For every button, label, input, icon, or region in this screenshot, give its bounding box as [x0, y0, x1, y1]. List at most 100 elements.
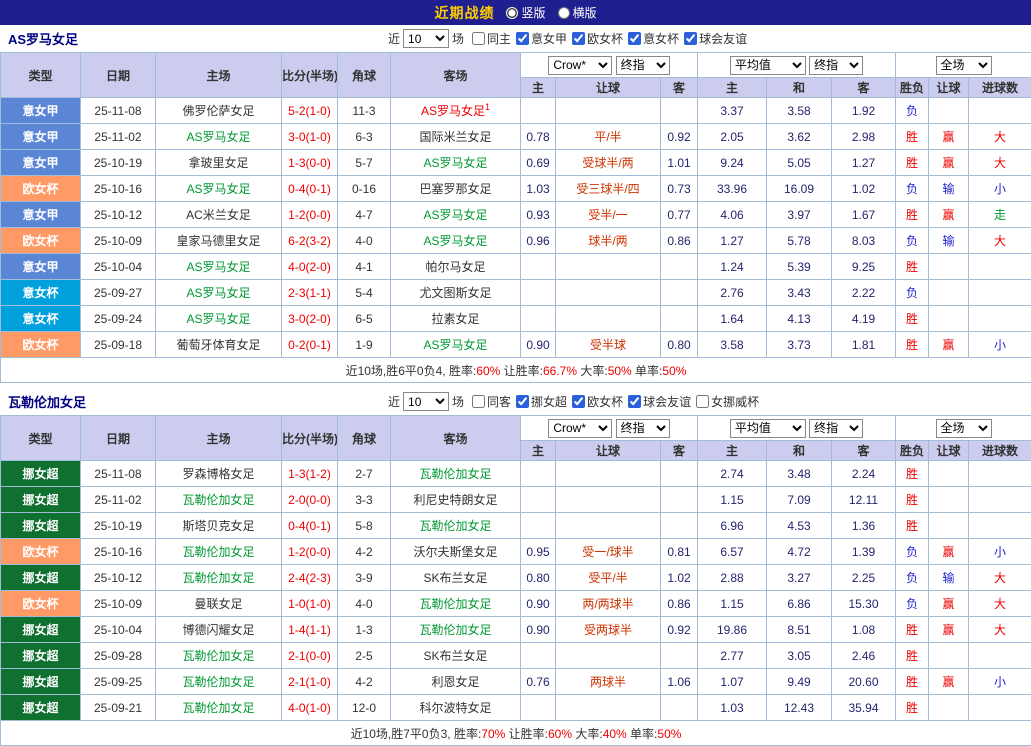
summary-segment: 60% — [476, 364, 500, 378]
match-date: 25-11-02 — [81, 487, 156, 513]
league-filter-checkbox[interactable]: 欧女杯 — [572, 393, 623, 410]
away-team[interactable]: 巴塞罗那女足 — [391, 176, 521, 202]
checkbox-input[interactable] — [472, 32, 485, 45]
odds-company-select[interactable]: Crow* — [548, 419, 612, 438]
score: 0-4(0-1) — [282, 513, 338, 539]
checkbox-input[interactable] — [696, 395, 709, 408]
odds-company-select[interactable]: Crow* — [548, 56, 612, 75]
home-team[interactable]: 瓦勒伦加女足 — [156, 669, 282, 695]
checkbox-input[interactable] — [572, 395, 585, 408]
away-team[interactable]: 帕尔马女足 — [391, 254, 521, 280]
handicap-line — [556, 643, 661, 669]
away-team[interactable]: 国际米兰女足 — [391, 124, 521, 150]
checkbox-input[interactable] — [572, 32, 585, 45]
home-team[interactable]: 瓦勒伦加女足 — [156, 487, 282, 513]
league-filter-checkbox[interactable]: 意女甲 — [516, 30, 567, 47]
checkbox-input[interactable] — [684, 32, 697, 45]
checkbox-input[interactable] — [516, 395, 529, 408]
league-badge: 意女甲 — [1, 98, 81, 124]
league-badge: 意女甲 — [1, 150, 81, 176]
league-filter-checkbox[interactable]: 球会友谊 — [628, 393, 691, 410]
away-team[interactable]: AS罗马女足1 — [391, 98, 521, 124]
euro-odds-source-select[interactable]: 平均值 — [730, 56, 806, 75]
checkbox-input[interactable] — [628, 395, 641, 408]
league-filter-checkbox[interactable]: 女挪威杯 — [696, 393, 759, 410]
avg-draw-odds: 6.86 — [767, 591, 832, 617]
home-team[interactable]: AC米兰女足 — [156, 202, 282, 228]
horizontal-radio-input[interactable] — [558, 7, 570, 19]
odds-time-select[interactable]: 终指 — [616, 56, 670, 75]
league-filter-checkbox[interactable]: 同主 — [472, 30, 511, 47]
checkbox-input[interactable] — [472, 395, 485, 408]
away-team[interactable]: 瓦勒伦加女足 — [391, 591, 521, 617]
checkbox-input[interactable] — [516, 32, 529, 45]
avg-draw-odds: 3.73 — [767, 332, 832, 358]
home-team[interactable]: 罗森博格女足 — [156, 461, 282, 487]
euro-odds-time-select[interactable]: 终指 — [809, 419, 863, 438]
avg-draw-odds: 5.05 — [767, 150, 832, 176]
match-date: 25-09-27 — [81, 280, 156, 306]
away-team[interactable]: AS罗马女足 — [391, 332, 521, 358]
layout-radio-vertical[interactable]: 竖版 — [506, 4, 545, 21]
home-team[interactable]: 皇家马德里女足 — [156, 228, 282, 254]
home-team-name: AS罗马女足 — [186, 260, 250, 274]
fulltime-select[interactable]: 全场 — [936, 419, 992, 438]
home-team[interactable]: 瓦勒伦加女足 — [156, 643, 282, 669]
avg-draw-odds: 8.51 — [767, 617, 832, 643]
away-team[interactable]: AS罗马女足 — [391, 202, 521, 228]
away-team-name: AS罗马女足 — [423, 234, 487, 248]
away-team[interactable]: 利恩女足 — [391, 669, 521, 695]
home-team[interactable]: 瓦勒伦加女足 — [156, 565, 282, 591]
home-team[interactable]: AS罗马女足 — [156, 306, 282, 332]
league-filter-checkbox[interactable]: 挪女超 — [516, 393, 567, 410]
home-team[interactable]: AS罗马女足 — [156, 176, 282, 202]
fulltime-select[interactable]: 全场 — [936, 56, 992, 75]
col-header-e-draw: 和 — [767, 78, 832, 98]
section-as-roma: AS罗马女足 近 10 场 同主意女甲欧女杯意女杯球会友谊 类型 日期 主场 比… — [0, 25, 1031, 383]
match-row: 意女甲 25-10-12 AC米兰女足 1-2(0-0) 4-7 AS罗马女足 … — [1, 202, 1031, 228]
away-team[interactable]: SK布兰女足 — [391, 565, 521, 591]
away-team[interactable]: 沃尔夫斯堡女足 — [391, 539, 521, 565]
odds-time-select[interactable]: 终指 — [616, 419, 670, 438]
layout-radio-horizontal[interactable]: 横版 — [558, 4, 597, 21]
euro-odds-source-select[interactable]: 平均值 — [730, 419, 806, 438]
recent-count-select[interactable]: 10 — [403, 29, 449, 48]
away-team[interactable]: SK布兰女足 — [391, 643, 521, 669]
away-team[interactable]: 科尔波特女足 — [391, 695, 521, 721]
home-team[interactable]: 瓦勒伦加女足 — [156, 695, 282, 721]
home-team[interactable]: 佛罗伦萨女足 — [156, 98, 282, 124]
match-date: 25-11-08 — [81, 461, 156, 487]
away-team[interactable]: 尤文图斯女足 — [391, 280, 521, 306]
match-date: 25-10-16 — [81, 176, 156, 202]
home-team[interactable]: AS罗马女足 — [156, 124, 282, 150]
league-filter-checkbox[interactable]: 同客 — [472, 393, 511, 410]
checkbox-input[interactable] — [628, 32, 641, 45]
home-team[interactable]: AS罗马女足 — [156, 280, 282, 306]
home-team[interactable]: 斯塔贝克女足 — [156, 513, 282, 539]
league-filter-checkbox[interactable]: 意女杯 — [628, 30, 679, 47]
euro-odds-time-select[interactable]: 终指 — [809, 56, 863, 75]
away-team[interactable]: AS罗马女足 — [391, 150, 521, 176]
recent-count-select[interactable]: 10 — [403, 392, 449, 411]
away-team[interactable]: 利尼史特朗女足 — [391, 487, 521, 513]
handicap-line — [556, 98, 661, 124]
away-team-name: 拉素女足 — [431, 312, 479, 326]
home-team[interactable]: AS罗马女足 — [156, 254, 282, 280]
league-filter-group: 同客挪女超欧女杯球会友谊女挪威杯 — [467, 393, 759, 411]
away-team[interactable]: AS罗马女足 — [391, 228, 521, 254]
home-team[interactable]: 拿玻里女足 — [156, 150, 282, 176]
home-team[interactable]: 葡萄牙体育女足 — [156, 332, 282, 358]
away-team[interactable]: 瓦勒伦加女足 — [391, 617, 521, 643]
league-filter-checkbox[interactable]: 球会友谊 — [684, 30, 747, 47]
handicap-home-odds — [521, 487, 556, 513]
away-team[interactable]: 瓦勒伦加女足 — [391, 461, 521, 487]
home-team[interactable]: 曼联女足 — [156, 591, 282, 617]
league-filter-checkbox[interactable]: 欧女杯 — [572, 30, 623, 47]
vertical-radio-input[interactable] — [506, 7, 518, 19]
away-team[interactable]: 瓦勒伦加女足 — [391, 513, 521, 539]
home-team[interactable]: 瓦勒伦加女足 — [156, 539, 282, 565]
away-team[interactable]: 拉素女足 — [391, 306, 521, 332]
handicap-line — [556, 487, 661, 513]
vertical-radio-label: 竖版 — [521, 4, 545, 21]
home-team[interactable]: 博德闪耀女足 — [156, 617, 282, 643]
